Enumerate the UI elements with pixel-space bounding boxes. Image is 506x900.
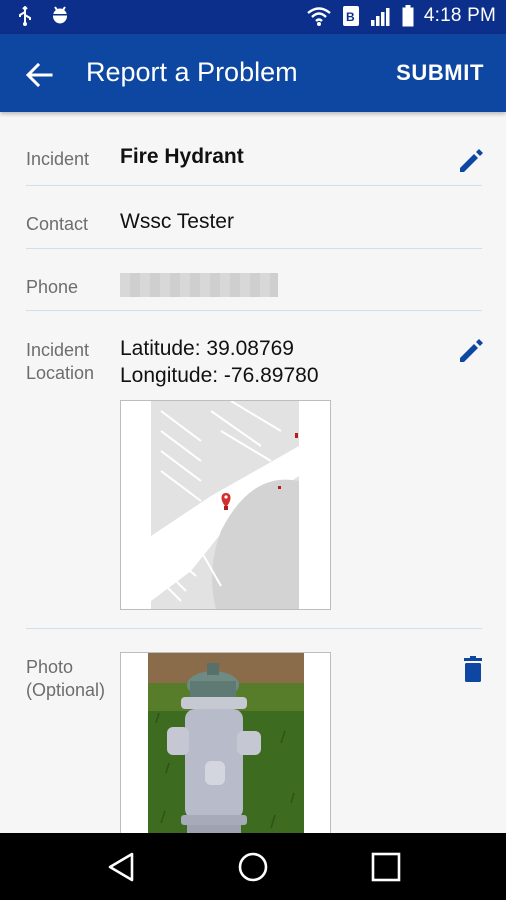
photo-label-line1: Photo: [26, 657, 74, 677]
contact-label: Contact: [26, 214, 89, 234]
contact-value[interactable]: Wssc Tester: [120, 210, 234, 234]
incident-label: Incident: [26, 149, 90, 169]
recents-square-icon[interactable]: [371, 852, 401, 882]
system-nav-bar: [0, 833, 506, 900]
delete-photo-icon[interactable]: [462, 656, 484, 682]
divider: [26, 310, 482, 311]
arrow-back-icon[interactable]: [24, 60, 54, 90]
map-graphic: [121, 401, 330, 609]
battery-icon: [402, 5, 414, 27]
submit-button[interactable]: SUBMIT: [396, 60, 484, 86]
phone-label: Phone: [26, 277, 79, 297]
home-circle-icon[interactable]: [237, 851, 269, 883]
app-bar: Report a Problem SUBMIT: [0, 34, 506, 112]
svg-text:B: B: [346, 10, 355, 24]
divider: [26, 248, 482, 249]
location-label-line2: Location: [26, 363, 95, 383]
android-debug-icon: [53, 6, 67, 24]
divider: [26, 185, 482, 186]
incident-value[interactable]: Fire Hydrant: [120, 145, 244, 169]
divider: [26, 628, 482, 629]
page-title: Report a Problem: [86, 57, 298, 87]
longitude-value: Longitude: -76.89780: [120, 364, 319, 387]
edit-incident-icon[interactable]: [456, 146, 486, 176]
signal-icon: [370, 8, 390, 26]
hydrant-photo[interactable]: [120, 652, 331, 854]
location-label-line1: Incident: [26, 340, 90, 360]
latitude-value: Latitude: 39.08769: [120, 337, 294, 360]
status-bar: B 4:18 PM: [0, 0, 506, 34]
back-triangle-icon[interactable]: [106, 851, 136, 883]
nfc-icon: B: [342, 6, 359, 26]
status-time: 4:18 PM: [423, 5, 496, 26]
hydrant-image: [121, 653, 330, 853]
edit-location-icon[interactable]: [456, 336, 486, 366]
photo-label-line2: (Optional): [26, 680, 106, 700]
location-map[interactable]: [120, 400, 331, 610]
wifi-icon: [307, 7, 331, 26]
phone-value-redacted[interactable]: [120, 273, 278, 297]
usb-icon: [19, 6, 31, 26]
